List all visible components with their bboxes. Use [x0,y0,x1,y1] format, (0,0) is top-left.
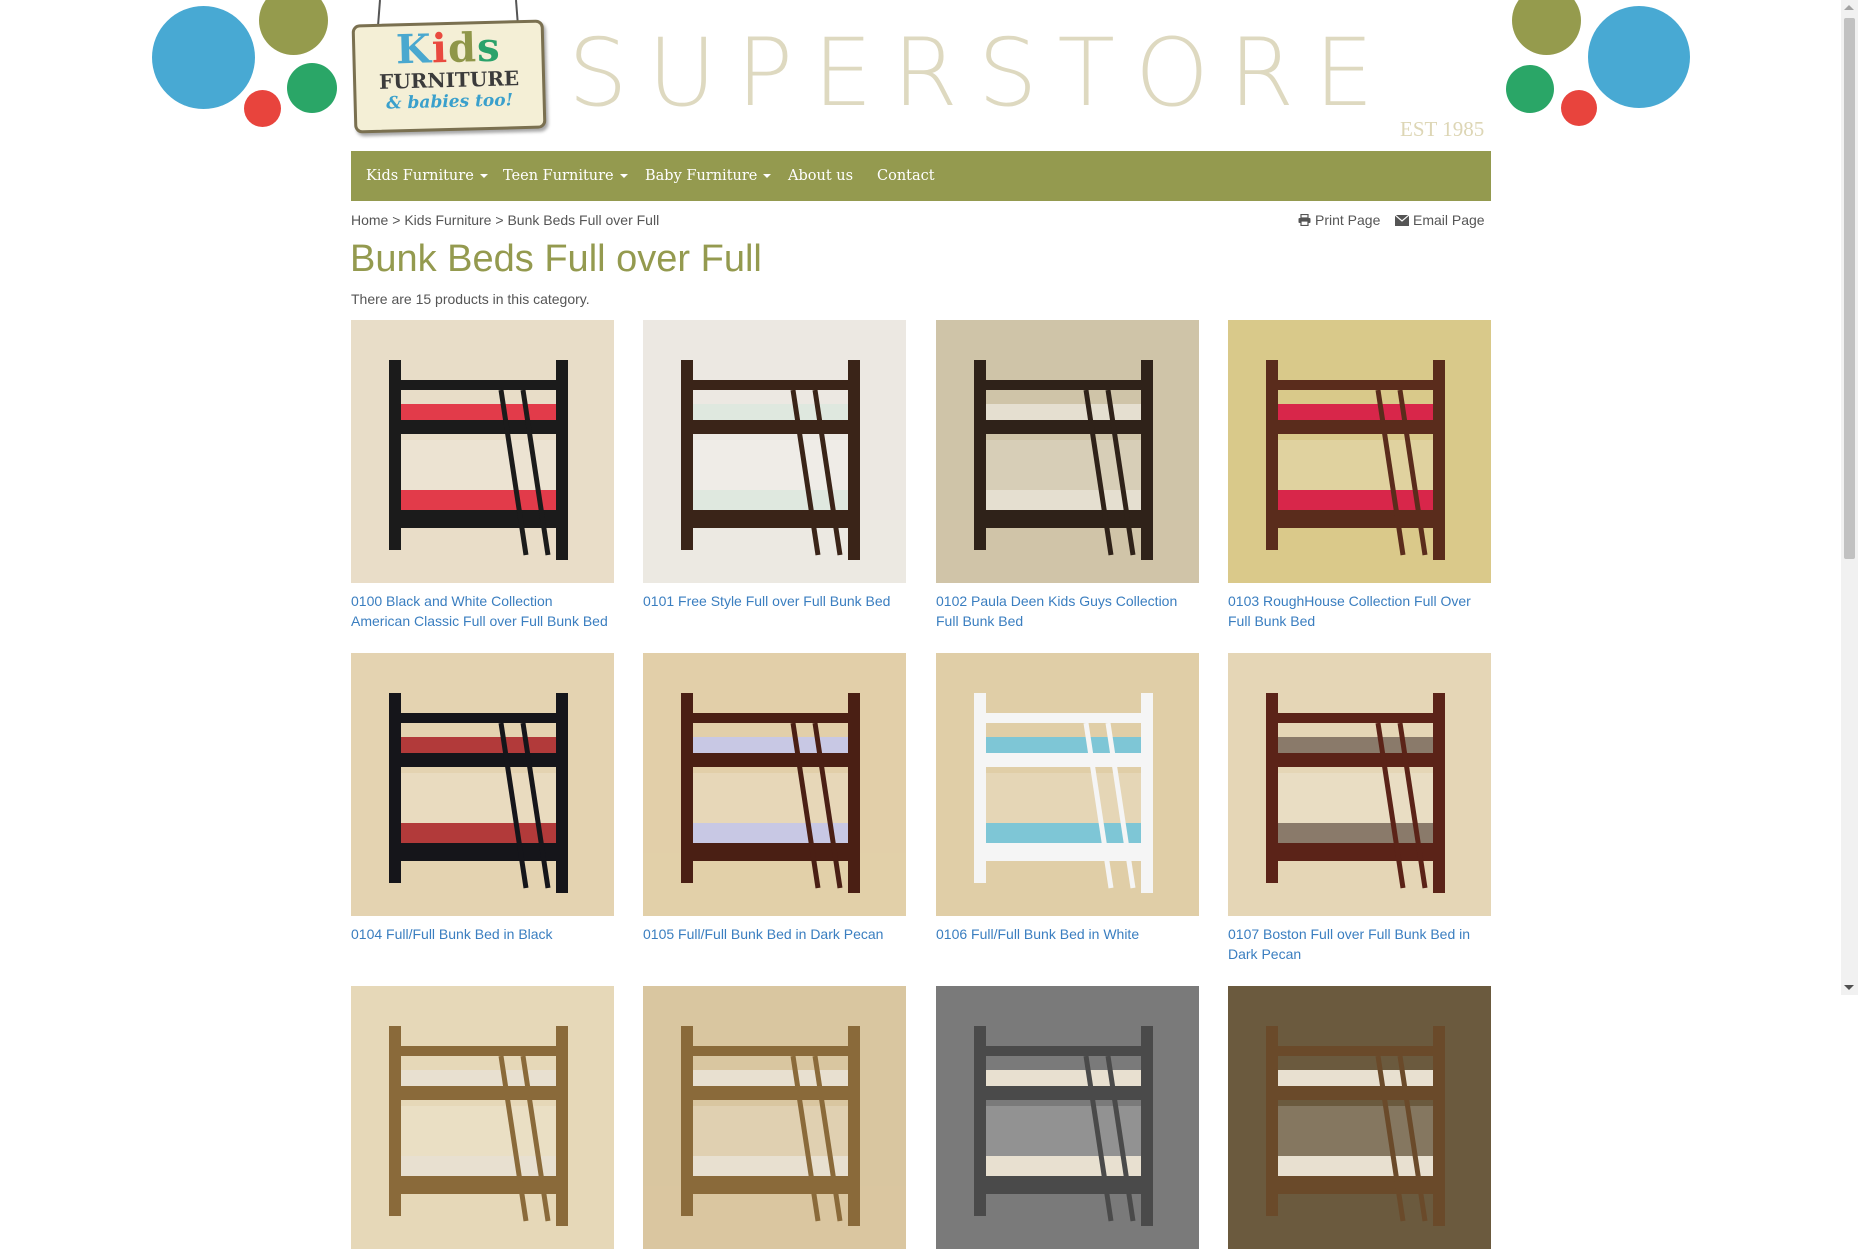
product-card[interactable]: 0107 Boston Full over Full Bunk Bed in D… [1228,653,1491,964]
caret-down-icon [479,174,488,178]
product-image[interactable] [643,986,906,1249]
logo-kids-text: Kids [395,23,502,74]
product-card[interactable]: 0105 Full/Full Bunk Bed in Dark Pecan [643,653,906,944]
breadcrumb: Home > Kids Furniture > Bunk Beds Full o… [351,212,659,228]
page-title: Bunk Beds Full over Full [350,238,762,280]
product-image[interactable] [643,320,906,583]
nav-about-us[interactable]: About us [788,151,853,201]
product-card[interactable] [1228,986,1491,1257]
product-card[interactable]: 0101 Free Style Full over Full Bunk Bed [643,320,906,611]
established-year: EST 1985 [1400,117,1485,141]
product-card[interactable]: 0103 RoughHouse Collection Full Over Ful… [1228,320,1491,631]
product-name-link[interactable]: 0107 Boston Full over Full Bunk Bed in D… [1228,924,1491,964]
product-card[interactable]: 0106 Full/Full Bunk Bed in White [936,653,1199,944]
product-card[interactable]: 0102 Paula Deen Kids Guys Collection Ful… [936,320,1199,631]
decorative-circle-red-left [244,90,281,127]
product-card[interactable] [351,986,614,1257]
product-card[interactable] [936,986,1199,1257]
nav-kids-furniture[interactable]: Kids Furniture [366,151,488,201]
product-card[interactable] [643,986,906,1257]
product-name-link[interactable]: 0103 RoughHouse Collection Full Over Ful… [1228,591,1491,631]
caret-down-icon [619,174,628,178]
main-navbar: Kids Furniture Teen Furniture Baby Furni… [351,151,1491,201]
product-image[interactable] [643,653,906,916]
product-image[interactable] [936,320,1199,583]
decorative-circle-olive-left [259,0,328,55]
scroll-up-arrow-icon[interactable] [1844,5,1854,10]
breadcrumb-kids-furniture[interactable]: Kids Furniture [404,212,491,228]
decorative-circle-olive-right [1512,0,1581,55]
product-image[interactable] [936,986,1199,1249]
envelope-icon [1394,214,1410,226]
caret-down-icon [763,174,772,178]
product-image[interactable] [351,320,614,583]
print-page-link[interactable]: Print Page [1298,212,1380,228]
decorative-circle-red-right [1561,90,1597,126]
product-image[interactable] [1228,320,1491,583]
product-image[interactable] [351,653,614,916]
product-name-link[interactable]: 0104 Full/Full Bunk Bed in Black [351,924,614,944]
product-image[interactable] [1228,986,1491,1249]
decorative-circle-blue-left [152,6,255,109]
product-image[interactable] [351,986,614,1249]
product-card[interactable]: 0104 Full/Full Bunk Bed in Black [351,653,614,944]
product-name-link[interactable]: 0105 Full/Full Bunk Bed in Dark Pecan [643,924,906,944]
product-image[interactable] [1228,653,1491,916]
email-page-link[interactable]: Email Page [1394,212,1485,228]
site-logo[interactable]: Kids FURNITURE & babies too! [351,19,547,134]
decorative-circle-blue-right [1588,6,1690,108]
product-image[interactable] [936,653,1199,916]
store-title: SUPERSTORE [568,19,1394,128]
nav-teen-furniture[interactable]: Teen Furniture [503,151,628,201]
product-name-link[interactable]: 0101 Free Style Full over Full Bunk Bed [643,591,906,611]
printer-icon [1298,213,1311,227]
decorative-circle-green-left [287,63,337,113]
scroll-down-arrow-icon[interactable] [1844,985,1854,990]
product-name-link[interactable]: 0100 Black and White Collection American… [351,591,614,631]
breadcrumb-current: Bunk Beds Full over Full [507,212,660,228]
product-card[interactable]: 0100 Black and White Collection American… [351,320,614,631]
breadcrumb-home[interactable]: Home [351,212,388,228]
scrollbar-thumb[interactable] [1844,18,1855,559]
nav-baby-furniture[interactable]: Baby Furniture [645,151,772,201]
product-count: There are 15 products in this category. [351,291,590,307]
breadcrumb-separator: > [392,212,401,228]
breadcrumb-separator: > [495,212,504,228]
logo-furniture-text: FURNITURE [378,66,520,94]
product-name-link[interactable]: 0102 Paula Deen Kids Guys Collection Ful… [936,591,1199,631]
product-name-link[interactable]: 0106 Full/Full Bunk Bed in White [936,924,1199,944]
decorative-circle-green-right [1506,65,1554,113]
nav-contact[interactable]: Contact [877,151,935,201]
